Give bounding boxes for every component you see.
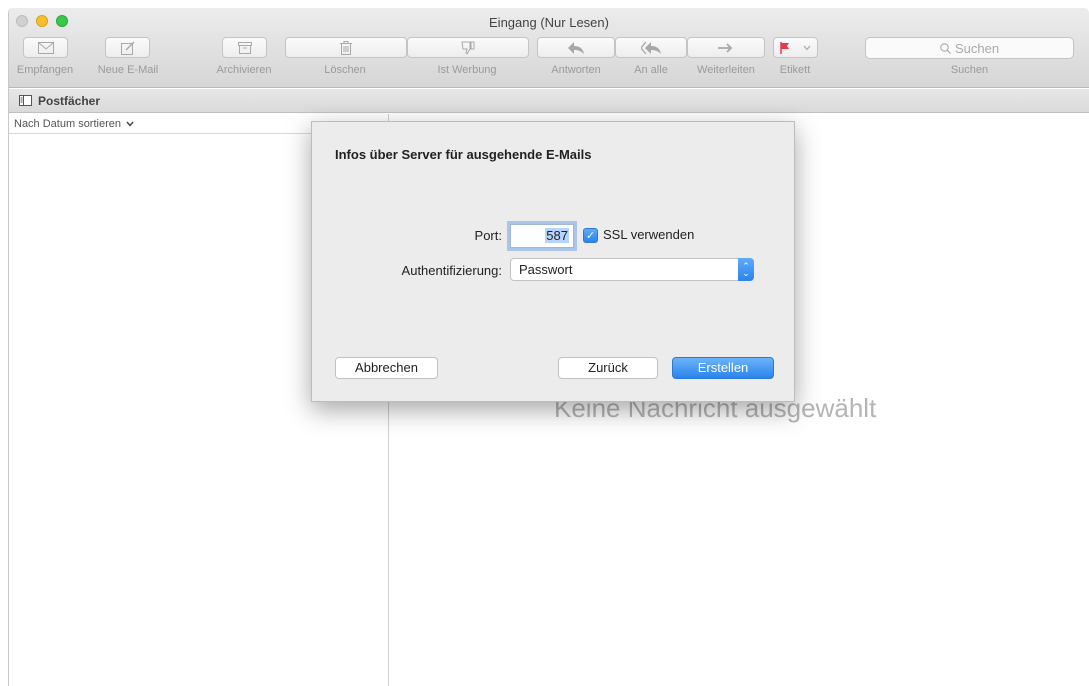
trash-icon — [340, 40, 352, 55]
get-mail-button[interactable] — [23, 37, 68, 58]
outgoing-server-dialog: Infos über Server für ausgehende E-Mails… — [311, 121, 795, 402]
forward-button[interactable] — [687, 37, 765, 58]
delete-label: Löschen — [324, 64, 366, 76]
sort-label: Nach Datum sortieren — [14, 117, 121, 130]
get-mail-label: Empfangen — [16, 64, 74, 76]
reply-all-label: An alle — [634, 64, 668, 76]
envelope-icon — [37, 41, 54, 54]
cancel-button[interactable]: Abbrechen — [335, 357, 438, 379]
sidebar-toggle-icon[interactable] — [19, 95, 32, 106]
flag-label: Etikett — [779, 64, 811, 76]
chevron-down-icon — [126, 121, 134, 127]
dialog-title: Infos über Server für ausgehende E-Mails — [335, 147, 592, 162]
mailbox-bar: Postfächer — [9, 89, 1089, 113]
auth-popup[interactable]: Passwort ⌃ ⌄ — [510, 258, 754, 281]
new-mail-button[interactable] — [105, 37, 150, 58]
port-value: 587 — [545, 228, 569, 243]
search-label: Suchen — [950, 64, 989, 76]
forward-label: Weiterleiten — [697, 64, 755, 76]
port-label: Port: — [474, 228, 502, 243]
reply-all-arrow-icon — [641, 41, 661, 54]
forward-arrow-icon — [718, 42, 733, 53]
ssl-label: SSL verwenden — [603, 227, 695, 242]
auth-value: Passwort — [519, 262, 573, 277]
chevron-down-icon — [803, 45, 811, 50]
flag-icon — [780, 41, 790, 54]
auth-label: Authentifizierung: — [401, 263, 502, 278]
junk-label: Ist Werbung — [437, 64, 497, 76]
flag-button[interactable] — [773, 37, 818, 58]
reply-arrow-icon — [568, 41, 584, 54]
mail-window: Eingang (Nur Lesen) Empfangen Neue E-Mai… — [8, 8, 1089, 686]
up-down-chevron-icon: ⌃ ⌄ — [738, 258, 754, 281]
search-icon — [940, 42, 951, 54]
reply-label: Antworten — [551, 64, 601, 76]
compose-icon — [120, 40, 135, 55]
archive-button[interactable] — [222, 37, 267, 58]
junk-button[interactable] — [407, 37, 529, 58]
back-button[interactable]: Zurück — [558, 357, 658, 379]
port-input[interactable]: 587 — [510, 224, 574, 248]
ssl-checkbox[interactable]: ✓ — [583, 228, 598, 243]
archive-icon — [237, 41, 252, 54]
search-placeholder: Suchen — [954, 40, 1000, 56]
create-button[interactable]: Erstellen — [672, 357, 774, 379]
search-input[interactable]: Suchen — [865, 37, 1074, 59]
thumbs-down-icon — [461, 41, 475, 55]
reply-all-button[interactable] — [615, 37, 687, 58]
reply-button[interactable] — [537, 37, 615, 58]
archive-label: Archivieren — [216, 64, 272, 76]
new-mail-label: Neue E-Mail — [97, 64, 159, 76]
delete-button[interactable] — [285, 37, 407, 58]
titlebar: Eingang (Nur Lesen) Empfangen Neue E-Mai… — [9, 8, 1089, 88]
window-title: Eingang (Nur Lesen) — [489, 15, 609, 30]
mailboxes-button[interactable]: Postfächer — [38, 94, 100, 108]
